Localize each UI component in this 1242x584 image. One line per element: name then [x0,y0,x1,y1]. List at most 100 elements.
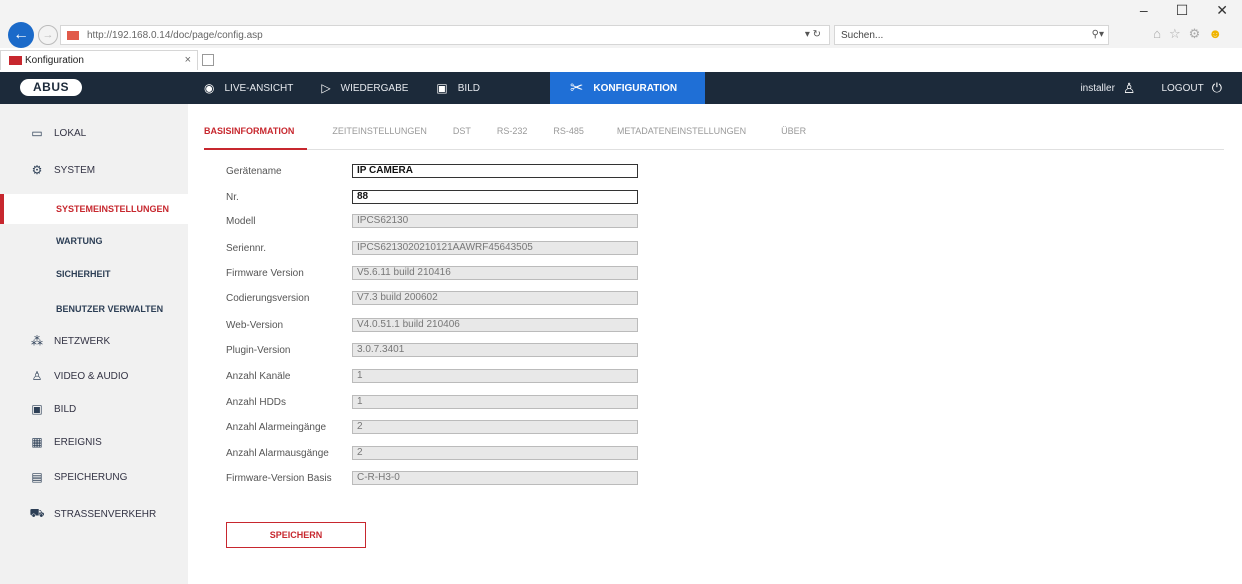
minimize-icon[interactable]: – [1140,2,1148,19]
sidebar-item-netzwerk[interactable]: ⁂ NETZWERK [0,326,188,356]
gear-icon: ⚙ [31,163,43,177]
sidebar-item-speicherung[interactable]: ▤ SPEICHERUNG [0,462,188,492]
sidebar-item-lokal[interactable]: ▭ LOKAL [0,118,188,148]
refresh-icon[interactable]: ▾ ↻ [805,29,821,40]
field-label: Plugin-Version [226,345,291,356]
browser-tab[interactable]: Konfiguration × [0,50,198,70]
logout-link[interactable]: LOGOUT [1161,83,1203,94]
row-seriennr: Seriennr. IPCS6213020210121AAWRF45643505 [226,241,646,257]
row-firmware-basis: Firmware-Version Basis C-R-H3-0 [226,471,646,487]
tab-metadateneinstellungen[interactable]: METADATENEINSTELLUNGEN [597,122,759,150]
monitor-icon: ▭ [31,126,43,140]
gear-icon[interactable]: ⚙ [1189,26,1201,42]
tab-ueber[interactable]: ÜBER [759,122,819,150]
address-bar[interactable]: http://192.168.0.14/doc/page/config.asp … [60,25,830,45]
sidebar-item-label: LOKAL [54,127,87,139]
smiley-icon[interactable]: ☻ [1208,26,1222,42]
sidebar-item-label: EREIGNIS [54,436,102,448]
nav-label: LIVE-ANSICHT [224,82,294,94]
forward-button[interactable]: → [38,25,58,45]
row-firmware-version: Firmware Version V5.6.11 build 210416 [226,266,646,282]
nav-label: KONFIGURATION [593,82,678,94]
row-web-version: Web-Version V4.0.51.1 build 210406 [226,318,646,334]
sidebar-item-system[interactable]: ⚙ SYSTEM [0,155,188,185]
field-label: Codierungsversion [226,293,310,304]
channels-field: 1 [352,369,638,383]
sidebar-sub-sicherheit[interactable]: SICHERHEIT [0,259,188,289]
model-field: IPCS62130 [352,214,638,228]
firmware-base-field: C-R-H3-0 [352,471,638,485]
field-label: Nr. [226,192,239,203]
tab-close-icon[interactable]: × [185,54,191,66]
sidebar-item-bild[interactable]: ▣ BILD [0,394,188,424]
row-anzahl-kanaele: Anzahl Kanäle 1 [226,369,646,385]
browser-toolbar-icons: ⌂ ☆ ⚙ ☻ [1153,26,1222,42]
search-input[interactable]: Suchen... ⚲▾ [834,25,1109,45]
field-label: Firmware Version [226,268,304,279]
field-label: Anzahl HDDs [226,397,287,408]
device-name-input[interactable]: IP CAMERA [352,164,638,178]
sidebar-item-label: VIDEO & AUDIO [54,370,129,382]
device-number-input[interactable]: 88 [352,190,638,204]
config-icon: ✂ [570,80,584,97]
row-nr: Nr. 88 [226,190,646,206]
nav-wiedergabe[interactable]: ▷ WIEDERGABE [307,72,422,104]
alarm-outputs-field: 2 [352,446,638,460]
field-label: Firmware-Version Basis [226,473,332,484]
sidebar-item-strassenverkehr[interactable]: ⛟ STRAßENVERKEHR [0,499,188,529]
nav-label: BILD [457,82,480,94]
tab-rs-232[interactable]: RS-232 [484,122,541,150]
row-modell: Modell IPCS62130 [226,214,646,230]
row-alarmausgaenge: Anzahl Alarmausgänge 2 [226,446,646,462]
image-icon: ▣ [31,402,43,416]
image-icon: ▣ [436,81,448,95]
sidebar-sub-benutzer-verwalten[interactable]: BENUTZER VERWALTEN [0,294,188,324]
tab-zeiteinstellungen[interactable]: ZEITEINSTELLUNGEN [307,122,440,150]
close-icon[interactable]: ✕ [1216,2,1228,19]
sidebar-item-video-audio[interactable]: ♙ VIDEO & AUDIO [0,361,188,391]
field-label: Anzahl Kanäle [226,371,291,382]
abus-logo: ABUS [20,79,82,96]
row-plugin-version: Plugin-Version 3.0.7.3401 [226,343,646,359]
user-name[interactable]: installer [1080,83,1114,94]
sidebar-item-ereignis[interactable]: ▦ EREIGNIS [0,427,188,457]
tab-rs-485[interactable]: RS-485 [540,122,597,150]
microphone-icon: ♙ [31,369,43,383]
user-icon[interactable]: ♙ [1123,80,1136,97]
field-label: Seriennr. [226,243,267,254]
maximize-icon[interactable]: ☐ [1176,2,1189,19]
nav-label: WIEDERGABE [340,82,409,94]
row-codierungsversion: Codierungsversion V7.3 build 200602 [226,291,646,307]
home-icon[interactable]: ⌂ [1153,26,1161,42]
plugin-version-field: 3.0.7.3401 [352,343,638,357]
web-version-field: V4.0.51.1 build 210406 [352,318,638,332]
tab-basisinformation[interactable]: BASISINFORMATION [204,122,308,150]
back-button[interactable]: ← [8,22,34,48]
sidebar-sub-systemeinstellungen[interactable]: SYSTEMEINSTELLUNGEN [0,194,188,224]
tab-favicon-icon [9,56,22,65]
sidebar-sub-wartung[interactable]: WARTUNG [0,226,188,256]
field-label: Web-Version [226,320,284,331]
new-tab-button[interactable] [202,54,214,66]
nav-bild[interactable]: ▣ BILD [422,72,550,104]
user-area: installer ♙ LOGOUT ⏻ [1080,72,1222,104]
hdds-field: 1 [352,395,638,409]
browser-toolbar: ← → http://192.168.0.14/doc/page/config.… [0,0,1242,48]
play-icon: ▷ [321,81,331,95]
nav-konfiguration[interactable]: ✂ KONFIGURATION [550,72,706,104]
serial-field: IPCS6213020210121AAWRF45643505 [352,241,638,255]
encoding-version-field: V7.3 build 200602 [352,291,638,305]
sidebar: ▭ LOKAL ⚙ SYSTEM SYSTEMEINSTELLUNGEN WAR… [0,104,188,584]
nav-live-ansicht[interactable]: ◉ LIVE-ANSICHT [190,72,307,104]
tab-dst[interactable]: DST [440,122,484,150]
network-icon: ⁂ [31,334,43,348]
search-icon[interactable]: ⚲▾ [1092,29,1104,40]
power-icon[interactable]: ⏻ [1212,80,1222,96]
save-button[interactable]: SPEICHERN [226,522,366,548]
row-anzahl-hdds: Anzahl HDDs 1 [226,395,646,411]
star-icon[interactable]: ☆ [1169,26,1181,42]
address-text: http://192.168.0.14/doc/page/config.asp [87,30,263,41]
firmware-version-field: V5.6.11 build 210416 [352,266,638,280]
sidebar-item-label: SYSTEM [54,164,96,176]
app-header: ABUS ◉ LIVE-ANSICHT ▷ WIEDERGABE ▣ BILD … [0,72,1242,104]
